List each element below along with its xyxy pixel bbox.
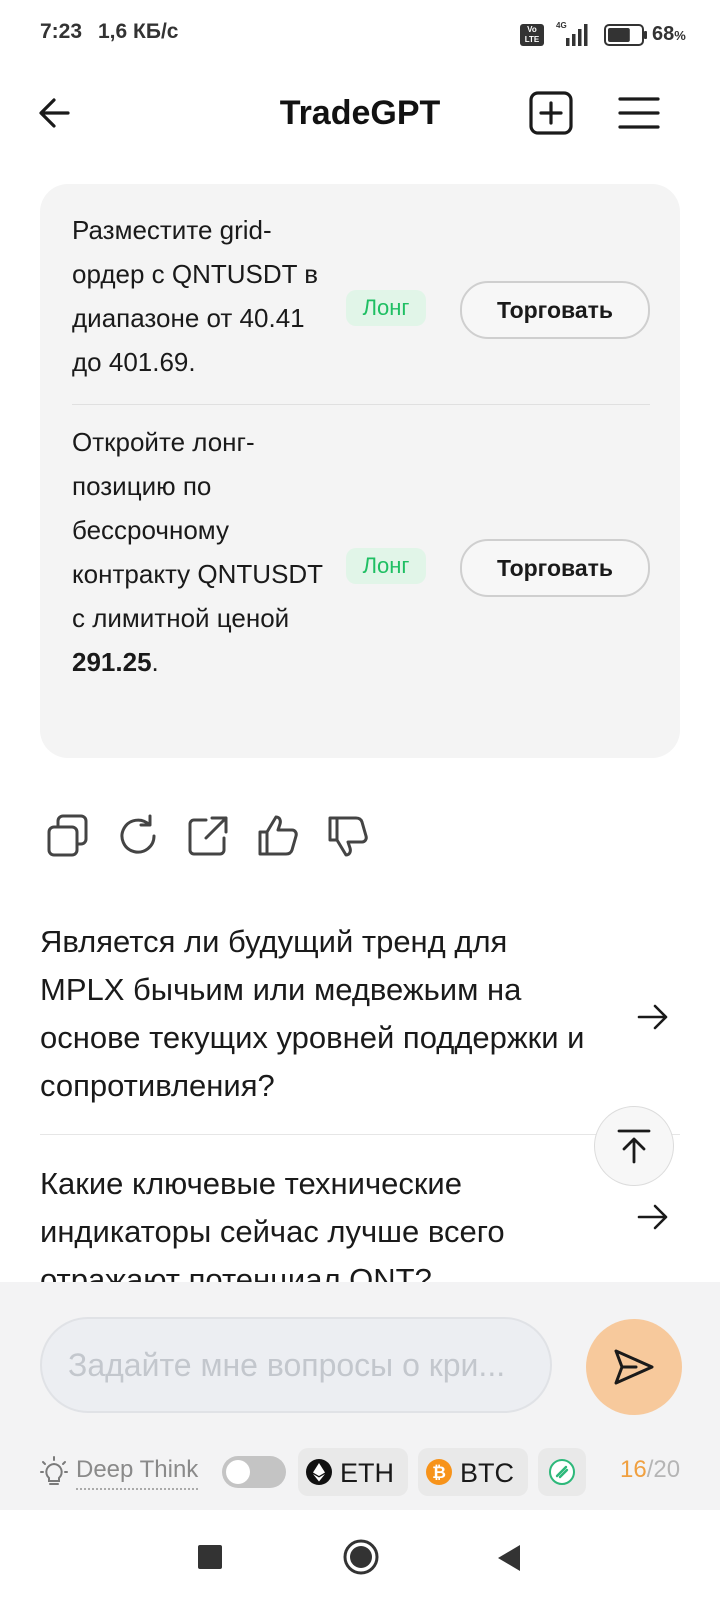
trade-suggestions-card: Разместите grid-ордер с QNTUSDT в диапаз…	[40, 184, 680, 758]
toggle-knob	[226, 1460, 250, 1484]
coin-icon	[549, 1459, 575, 1485]
chip-label: ETH	[340, 1458, 394, 1488]
status-bar: 7:23 1,6 КБ/с Vo LTE 4G 68%	[0, 0, 720, 70]
plus-square-icon[interactable]	[526, 88, 576, 138]
suggestion-item[interactable]: Какие ключевые технические индикаторы се…	[40, 1160, 680, 1282]
scroll-to-top-button[interactable]	[594, 1106, 674, 1186]
trade-button[interactable]: Торговать	[460, 281, 650, 339]
arrow-up-to-line-icon	[617, 1129, 651, 1164]
chip-btc[interactable]: ₿ BTC	[418, 1448, 528, 1496]
deep-think-label: Deep Think	[76, 1456, 199, 1490]
direction-tag: Лонг	[346, 548, 426, 584]
suggestion-divider	[40, 1134, 680, 1135]
bitcoin-icon: ₿	[426, 1459, 452, 1485]
trade-row: Откройте лонг-позицию по бессрочному кон…	[72, 420, 650, 740]
home-icon[interactable]	[342, 1538, 380, 1576]
ethereum-icon	[306, 1459, 332, 1485]
signal-icon: 4G	[556, 21, 588, 46]
page-title: TradeGPT	[279, 94, 441, 132]
trade-row-text: Разместите grid-ордер с QNTUSDT в диапаз…	[72, 215, 319, 377]
chip-label: BTC	[460, 1458, 514, 1488]
status-time: 7:23	[40, 20, 83, 43]
battery-percent: 68%	[652, 23, 686, 45]
send-icon	[614, 1349, 654, 1385]
arrow-right-icon	[637, 1204, 668, 1230]
suggestion-item[interactable]: Является ли будущий тренд для MPLX бычьи…	[40, 918, 680, 1118]
card-divider	[72, 404, 650, 405]
battery-icon	[604, 24, 647, 46]
hamburger-icon[interactable]	[614, 88, 664, 138]
suggestion-text: Является ли будущий тренд для MPLX бычьи…	[40, 924, 585, 1103]
lightbulb-icon	[40, 1456, 68, 1485]
arrow-right-icon	[637, 1004, 668, 1030]
regenerate-icon[interactable]	[114, 812, 162, 860]
trade-row-text: Откройте лонг-позицию по бессрочному кон…	[72, 427, 323, 677]
suggestion-text: Какие ключевые технические индикаторы се…	[40, 1166, 505, 1282]
thumbs-up-icon[interactable]	[254, 812, 302, 860]
back-triangle-icon[interactable]	[494, 1542, 524, 1574]
chip-eth[interactable]: ETH	[298, 1448, 408, 1496]
share-icon[interactable]	[184, 812, 232, 860]
volte-icon: Vo LTE	[520, 24, 544, 46]
recent-apps-icon[interactable]	[198, 1545, 222, 1569]
copy-icon[interactable]	[44, 812, 92, 860]
direction-tag: Лонг	[346, 290, 426, 326]
chip-more[interactable]	[538, 1448, 586, 1496]
svg-text:₿: ₿	[432, 1463, 446, 1482]
usage-counter: 16/20	[620, 1456, 681, 1483]
trade-button[interactable]: Торговать	[460, 539, 650, 597]
question-input[interactable]	[40, 1317, 552, 1413]
status-network-speed: 1,6 КБ/с	[98, 20, 179, 43]
send-button[interactable]	[586, 1319, 682, 1415]
thumbs-down-icon[interactable]	[324, 812, 372, 860]
network-type-label: 4G	[556, 21, 567, 30]
trade-row: Разместите grid-ордер с QNTUSDT в диапаз…	[72, 204, 650, 404]
